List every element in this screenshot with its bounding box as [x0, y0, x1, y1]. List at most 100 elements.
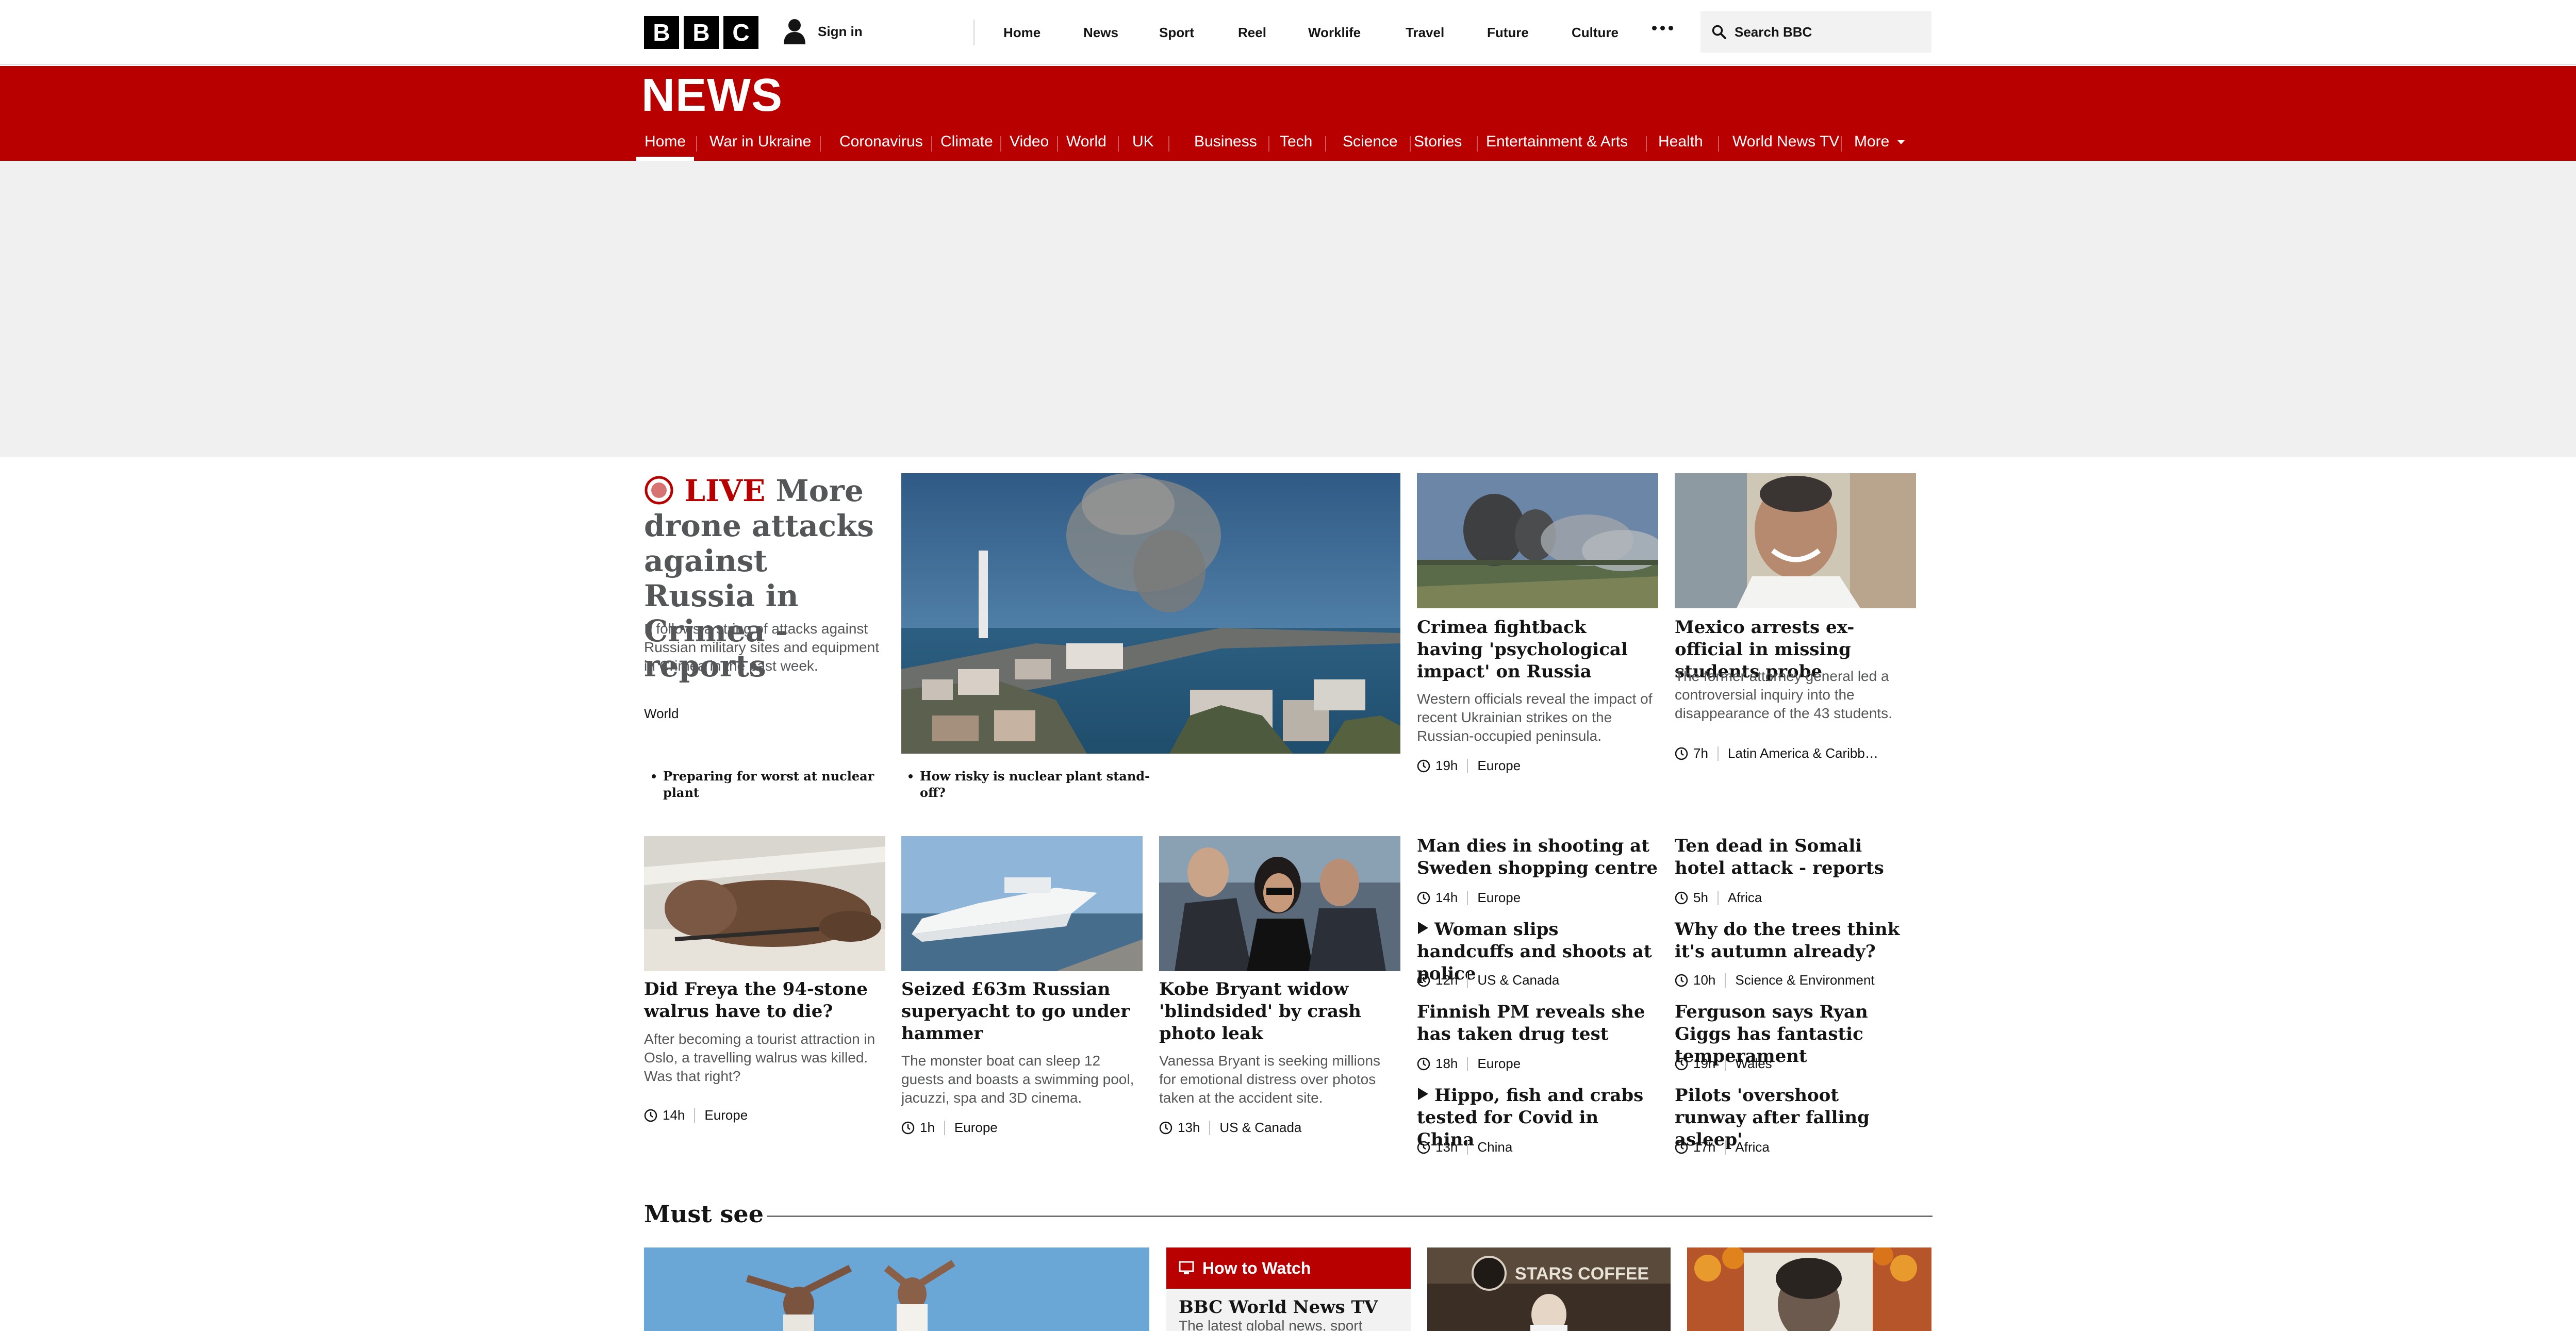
story-tag[interactable]: Science & Environment — [1735, 972, 1874, 988]
global-nav-sport[interactable]: Sport — [1159, 25, 1194, 41]
story-tag[interactable]: Wales — [1735, 1056, 1772, 1072]
live-icon — [645, 476, 673, 505]
story-meta: 19h Europe — [1417, 758, 1521, 774]
clock-icon — [1417, 1141, 1430, 1154]
portrait-image — [1675, 473, 1916, 608]
news-header: NEWS Home War in Ukraine Coronavirus Cli… — [0, 66, 2576, 161]
news-nav-climate[interactable]: Climate — [932, 129, 1001, 161]
global-nav-reel[interactable]: Reel — [1238, 25, 1266, 41]
story-meta: 18h Europe — [1417, 1056, 1521, 1072]
bbc-logo[interactable]: B B C — [644, 16, 758, 49]
story-tag[interactable]: US & Canada — [1477, 972, 1559, 988]
text-story-headline[interactable]: Why do the trees think it's autumn alrea… — [1675, 919, 1916, 963]
clock-icon — [1675, 1141, 1688, 1154]
news-nav-health[interactable]: Health — [1650, 129, 1711, 161]
story-summary-crimea-fightback: Western officials reveal the impact of r… — [1417, 691, 1653, 744]
dancers-image — [644, 1247, 1149, 1331]
story-headline-superyacht[interactable]: Seized £63m Russian superyacht to go und… — [901, 978, 1143, 1045]
story-image-walrus[interactable] — [644, 836, 885, 971]
search-placeholder: Search BBC — [1735, 24, 1812, 40]
story-tag[interactable]: China — [1477, 1139, 1512, 1155]
news-nav-war-in-ukraine[interactable]: War in Ukraine — [701, 129, 819, 161]
clock-icon — [1417, 759, 1430, 772]
story-tag[interactable]: Latin America & Caribb… — [1728, 745, 1878, 761]
news-logo[interactable]: NEWS — [641, 69, 783, 122]
tv-title: BBC World News TV — [1179, 1297, 1378, 1318]
bullet — [652, 774, 656, 778]
global-nav-travel[interactable]: Travel — [1406, 25, 1444, 41]
story-image-superyacht[interactable] — [901, 836, 1143, 971]
related-link-1[interactable]: Preparing for worst at nuclear plant — [652, 768, 879, 801]
more-menu-icon[interactable] — [1652, 26, 1673, 30]
news-nav-more[interactable]: More — [1846, 129, 1913, 161]
text-story-headline[interactable]: Finnish PM reveals she has taken drug te… — [1417, 1001, 1658, 1045]
play-icon — [1418, 1088, 1428, 1100]
story-summary-kobe-bryant: Vanessa Bryant is seeking millions for e… — [1159, 1053, 1381, 1106]
sign-in-label: Sign in — [818, 23, 863, 39]
story-time: 17h — [1693, 1139, 1716, 1155]
logo-letter: B — [644, 16, 679, 49]
user-icon — [784, 19, 805, 44]
story-time: 12h — [1435, 972, 1458, 988]
story-tag[interactable]: Europe — [1477, 758, 1521, 774]
news-nav-video[interactable]: Video — [1001, 129, 1057, 161]
clock-icon — [1159, 1121, 1173, 1134]
story-image-crimea-fightback[interactable] — [1417, 473, 1658, 608]
story-image-mexico[interactable] — [1675, 473, 1916, 608]
news-nav-business[interactable]: Business — [1186, 129, 1265, 161]
story-tag[interactable]: Europe — [704, 1107, 748, 1123]
lead-image[interactable] — [901, 473, 1400, 754]
story-time: 13h — [1435, 1139, 1458, 1155]
news-nav-home[interactable]: Home — [636, 129, 695, 161]
lead-summary: It follows a string of attacks against R… — [644, 621, 879, 674]
story-summary-mexico: The former attorney general led a contro… — [1675, 668, 1892, 721]
news-nav-more-label: More — [1854, 133, 1890, 150]
tv-summary: The latest global news, sport — [1179, 1318, 1363, 1331]
global-header: B B C Sign in Home News Sport Reel Workl… — [0, 0, 2576, 65]
story-tag[interactable]: US & Canada — [1219, 1120, 1301, 1136]
story-headline-kobe-bryant[interactable]: Kobe Bryant widow 'blindsided' by crash … — [1159, 978, 1400, 1045]
play-icon — [1418, 922, 1428, 934]
story-time: 1h — [920, 1120, 935, 1135]
story-tag[interactable]: Europe — [954, 1120, 998, 1136]
text-story-headline[interactable]: Man dies in shooting at Sweden shopping … — [1417, 835, 1658, 879]
story-headline-walrus[interactable]: Did Freya the 94-stone walrus have to di… — [644, 978, 885, 1023]
global-nav-news[interactable]: News — [1083, 25, 1118, 41]
how-to-watch-label: How to Watch — [1202, 1258, 1311, 1277]
sign-in-link[interactable]: Sign in — [783, 19, 863, 44]
news-nav-coronavirus[interactable]: Coronavirus — [831, 129, 931, 161]
clock-icon — [1675, 1057, 1688, 1070]
text-story-headline[interactable]: Ten dead in Somali hotel attack - report… — [1675, 835, 1916, 879]
story-time: 19h — [1693, 1056, 1716, 1071]
clock-icon — [1675, 974, 1688, 987]
global-nav-culture[interactable]: Culture — [1572, 25, 1619, 41]
news-nav-science[interactable]: Science — [1334, 129, 1406, 161]
clock-icon — [1417, 891, 1430, 904]
story-headline-crimea-fightback[interactable]: Crimea fightback having 'psychological i… — [1417, 617, 1658, 683]
how-to-watch-card[interactable]: How to Watch BBC World News TV The lates… — [1166, 1247, 1411, 1331]
search-input[interactable]: Search BBC — [1700, 11, 1931, 53]
advert-placeholder — [0, 161, 2576, 457]
lead-tag[interactable]: World — [644, 706, 679, 722]
news-nav-uk[interactable]: UK — [1124, 129, 1162, 161]
memorial-image — [1687, 1247, 1931, 1331]
story-tag[interactable]: Europe — [1477, 1056, 1521, 1072]
global-nav-future[interactable]: Future — [1487, 25, 1529, 41]
global-nav-worklife[interactable]: Worklife — [1308, 25, 1361, 41]
must-see-video-dancers[interactable] — [644, 1247, 1149, 1331]
must-see-video-memorial[interactable] — [1687, 1247, 1931, 1331]
story-tag[interactable]: Africa — [1735, 1139, 1769, 1155]
news-nav-stories[interactable]: Stories — [1406, 129, 1470, 161]
must-see-video-coffee[interactable]: STARS COFFEE — [1427, 1247, 1671, 1331]
global-nav-home[interactable]: Home — [1003, 25, 1041, 41]
walrus-image — [644, 836, 885, 971]
story-tag[interactable]: Africa — [1728, 890, 1762, 906]
news-nav-world-news-tv[interactable]: World News TV — [1724, 129, 1847, 161]
story-image-kobe-bryant[interactable] — [1159, 836, 1400, 971]
news-nav-tech[interactable]: Tech — [1272, 129, 1320, 161]
people-image — [1159, 836, 1400, 971]
story-tag[interactable]: Europe — [1477, 890, 1521, 906]
news-nav-entertainment-arts[interactable]: Entertainment & Arts — [1478, 129, 1636, 161]
news-nav-world[interactable]: World — [1058, 129, 1115, 161]
related-link-2[interactable]: How risky is nuclear plant stand-off? — [909, 768, 1156, 801]
